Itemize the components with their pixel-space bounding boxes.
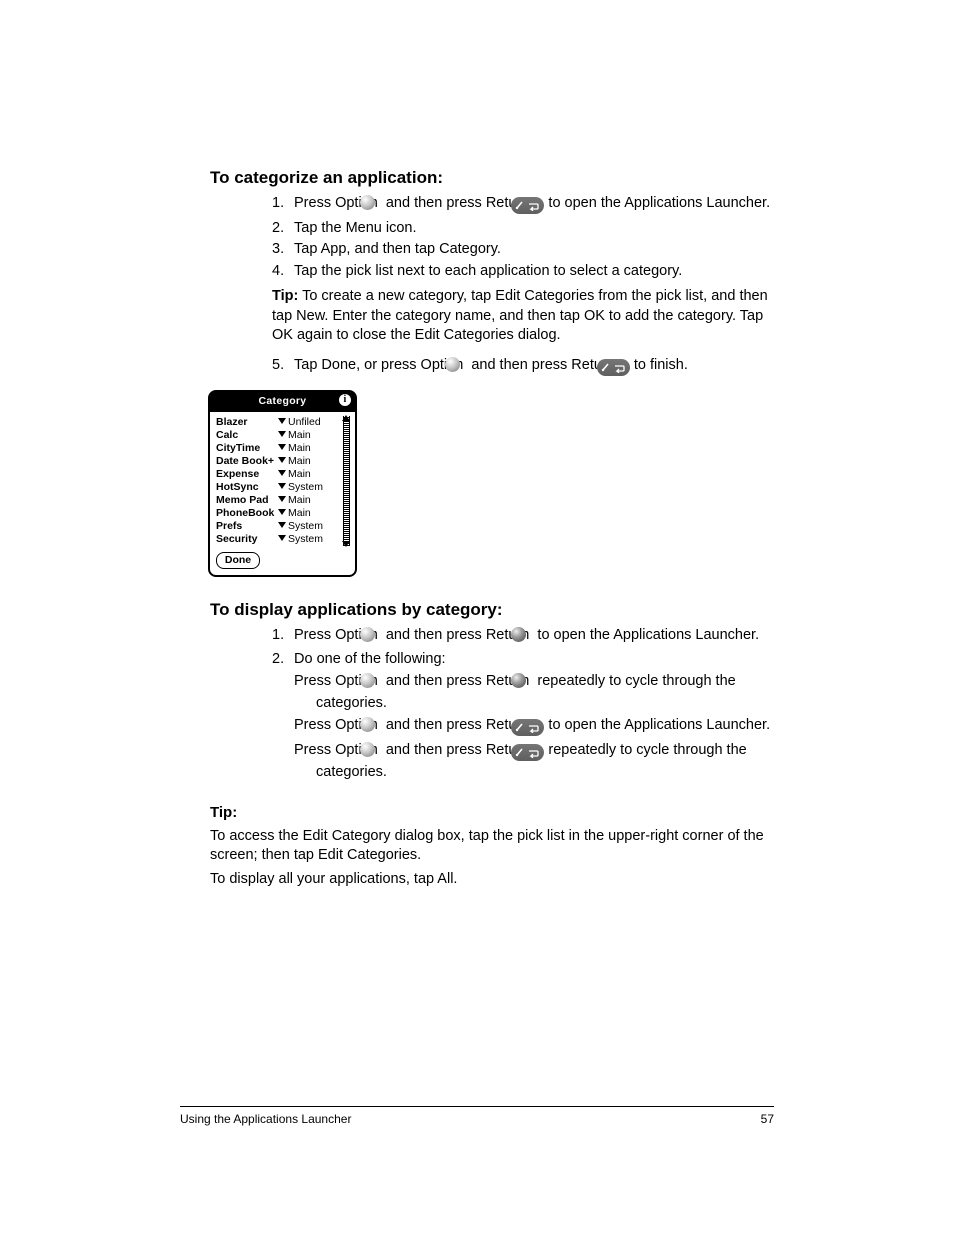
- footer-title: Using the Applications Launcher: [180, 1111, 351, 1127]
- return-pill-icon: [619, 359, 630, 379]
- tip-body: To access the Edit Category dialog box, …: [210, 827, 774, 890]
- app-name: Expense: [216, 468, 278, 481]
- chevron-down-icon: [278, 457, 286, 463]
- cat-pick[interactable]: System: [278, 481, 339, 494]
- cat-label: Main: [288, 468, 311, 480]
- step-4: 4.Tap the pick list next to each applica…: [272, 262, 774, 282]
- cat-label: Main: [288, 494, 311, 506]
- text: to finish.: [630, 357, 688, 373]
- text: to open the Applications Launcher.: [533, 627, 759, 643]
- chevron-down-icon: [278, 470, 286, 476]
- text: to open the Applications Launcher.: [544, 195, 770, 211]
- heading-display: To display applications by category:: [210, 599, 774, 622]
- cat-label: Main: [288, 442, 311, 454]
- step-num: 4.: [272, 262, 294, 282]
- step-2: 2.Do one of the following:: [272, 650, 774, 670]
- bullet-2: Press Option and then press Return to op…: [294, 716, 774, 739]
- page-number: 57: [761, 1111, 774, 1127]
- cat-pick[interactable]: System: [278, 520, 339, 533]
- app-name: Prefs: [216, 520, 278, 533]
- return-pill-icon: [533, 197, 544, 217]
- chevron-down-icon: [278, 431, 286, 437]
- text: Tap Done, or press Option: [294, 357, 467, 373]
- chevron-down-icon: [278, 483, 286, 489]
- step-2: 2.Tap the Menu icon.: [272, 219, 774, 239]
- chevron-down-icon: [278, 522, 286, 528]
- scroll-down-icon[interactable]: [342, 541, 350, 547]
- tip-inline: Tip: To create a new category, tap Edit …: [272, 287, 774, 346]
- cat-label: Main: [288, 429, 311, 441]
- step-5: 5.Tap Done, or press Option and then pre…: [272, 356, 774, 379]
- step-num: 3.: [272, 240, 294, 260]
- category-column: Unfiled Main Main Main Main System Main …: [278, 416, 339, 546]
- cat-label: System: [288, 481, 323, 493]
- bullet-1: Press Option and then press Return repea…: [294, 672, 774, 714]
- bullet-3: Press Option and then press Return repea…: [294, 741, 774, 783]
- step-num: 2.: [272, 219, 294, 239]
- return-pill-icon: [533, 719, 544, 739]
- cat-label: Main: [288, 455, 311, 467]
- cat-pick[interactable]: Main: [278, 455, 339, 468]
- app-name: HotSync: [216, 481, 278, 494]
- cat-label: Unfiled: [288, 416, 321, 428]
- app-name: CityTime: [216, 442, 278, 455]
- title: Category: [259, 395, 307, 407]
- tip-text: To create a new category, tap Edit Categ…: [272, 288, 768, 343]
- heading-categorize: To categorize an application:: [210, 167, 774, 190]
- chevron-down-icon: [278, 509, 286, 515]
- tip-p1: To access the Edit Category dialog box, …: [210, 827, 774, 866]
- app-column: Blazer Calc CityTime Date Book+ Expense …: [216, 416, 278, 546]
- app-name: PhoneBook: [216, 507, 278, 520]
- scroll-up-icon[interactable]: [342, 415, 350, 421]
- cat-pick[interactable]: Main: [278, 442, 339, 455]
- app-name: Calc: [216, 429, 278, 442]
- scrollbar[interactable]: [343, 416, 350, 546]
- step-1: 1.Press Option and then press Return to …: [272, 626, 774, 649]
- done-button[interactable]: Done: [216, 552, 260, 569]
- cat-pick[interactable]: Main: [278, 429, 339, 442]
- app-name: Blazer: [216, 416, 278, 429]
- return-pill-icon: [533, 744, 544, 764]
- text: to open the Applications Launcher.: [544, 717, 770, 733]
- tip-heading: Tip:: [210, 803, 774, 823]
- app-name: Security: [216, 533, 278, 546]
- steps-display: 1. Press Option and then press Return to …: [210, 626, 774, 783]
- text: Tap App, and then tap Category.: [294, 241, 501, 257]
- cat-pick[interactable]: System: [278, 533, 339, 546]
- step-3: 3.Tap App, and then tap Category.: [272, 240, 774, 260]
- chevron-down-icon: [278, 418, 286, 424]
- chevron-down-icon: [278, 444, 286, 450]
- step-num: 2.: [272, 650, 294, 670]
- cat-label: Main: [288, 507, 311, 519]
- steps-categorize: 1.Press Option and then press Return to …: [210, 194, 774, 281]
- tip-p2: To display all your applications, tap Al…: [210, 870, 774, 890]
- text: Do one of the following:: [294, 651, 446, 667]
- titlebar: Category i: [210, 392, 355, 411]
- cat-label: System: [288, 533, 323, 545]
- cat-pick[interactable]: Main: [278, 468, 339, 481]
- step-num: 5.: [272, 356, 294, 376]
- chevron-down-icon: [278, 535, 286, 541]
- app-name: Memo Pad: [216, 494, 278, 507]
- page-footer: Using the Applications Launcher 57: [180, 1106, 774, 1127]
- app-name: Date Book+: [216, 455, 278, 468]
- text: Tap the pick list next to each applicati…: [294, 263, 682, 279]
- info-icon[interactable]: i: [339, 394, 351, 406]
- cat-label: System: [288, 520, 323, 532]
- cat-pick[interactable]: Main: [278, 507, 339, 520]
- step-num: 1.: [272, 626, 294, 646]
- cat-pick[interactable]: Main: [278, 494, 339, 507]
- chevron-down-icon: [278, 496, 286, 502]
- cat-pick[interactable]: Unfiled: [278, 416, 339, 429]
- category-screenshot: Category i Blazer Calc CityTime Date Boo…: [208, 390, 357, 576]
- step-1: 1.Press Option and then press Return to …: [272, 194, 774, 217]
- text: Tap the Menu icon.: [294, 220, 417, 236]
- step-num: 1.: [272, 194, 294, 214]
